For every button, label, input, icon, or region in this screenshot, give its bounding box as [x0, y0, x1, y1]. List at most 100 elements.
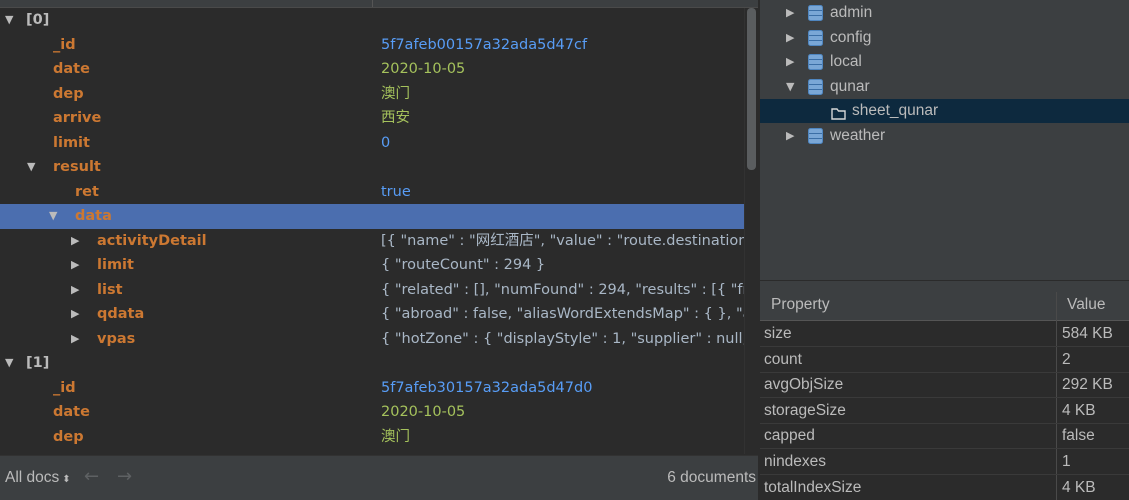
folder-icon [831, 104, 846, 120]
tree-key: [0] [26, 12, 50, 28]
tree-key: data [75, 208, 112, 224]
pagination-bar: All docs ⬍ ← → 6 documents [0, 455, 758, 500]
tree-row[interactable]: ▼ result [0, 155, 744, 180]
property-value: false [1062, 427, 1095, 445]
tree-value: 西安 [381, 110, 410, 126]
tree-scrollbar-thumb[interactable] [747, 8, 756, 170]
tree-value: 5f7afeb30157a32ada5d47d0 [381, 379, 593, 396]
property-row[interactable]: avgObjSize 292 KB [760, 372, 1129, 399]
database-name: local [830, 53, 862, 70]
tree-key: dep [53, 428, 84, 445]
expand-right-icon[interactable]: ▶ [786, 1, 794, 25]
property-row[interactable]: totalIndexSize 4 KB [760, 475, 1129, 500]
tree-key: _id [53, 379, 76, 396]
expand-right-icon[interactable]: ▶ [786, 124, 794, 148]
expand-right-icon[interactable]: ▶ [786, 26, 794, 50]
expand-right-icon[interactable]: ▶ [71, 253, 79, 278]
tree-row[interactable]: ▶ activityDetail [{ "name" : "网红酒店", "valu… [0, 229, 745, 254]
tree-row[interactable]: ret true [0, 180, 744, 205]
expand-right-icon[interactable]: ▶ [71, 302, 79, 327]
tree-row[interactable]: ▼ data [0, 204, 744, 229]
collection-item[interactable]: sheet_qunar [760, 99, 1129, 123]
tree-row[interactable]: date 2020-10-05 [0, 57, 744, 82]
all-docs-dropdown[interactable]: All docs ⬍ [5, 469, 71, 487]
tree-row[interactable]: date 2020-10-05 [0, 400, 744, 425]
database-name: weather [830, 126, 886, 144]
database-item[interactable]: ▶ admin [760, 1, 1129, 25]
database-icon [808, 54, 823, 70]
tree-value: 澳门 [381, 85, 410, 102]
properties-header: Property Value [760, 292, 1129, 321]
expand-down-icon[interactable]: ▼ [27, 155, 35, 180]
tree-key: [1] [26, 355, 50, 371]
properties-table: Property Value size 584 KB count 2 avgObjSiz… [760, 292, 1129, 500]
tree-row[interactable]: limit 0 [0, 131, 744, 156]
value-column-header[interactable]: Value [1067, 296, 1106, 314]
tree-row[interactable]: ▶ list { "related" : [], "numFound" : 294,… [0, 278, 745, 303]
expand-down-icon[interactable]: ▼ [49, 204, 57, 229]
database-icon [808, 78, 823, 95]
database-name: config [830, 28, 872, 46]
property-column-header[interactable]: Property [771, 296, 830, 314]
property-name: size [764, 325, 792, 342]
property-value: 4 KB [1062, 478, 1096, 496]
tree-value: 2020-10-05 [381, 404, 466, 420]
next-page-icon[interactable]: → [117, 466, 132, 487]
tree-row[interactable]: ▼ [1] [0, 351, 744, 376]
database-name: qunar [830, 77, 870, 95]
expand-right-icon[interactable]: ▶ [786, 50, 794, 74]
expand-right-icon[interactable]: ▶ [71, 278, 79, 303]
tree-value: { "related" : [], "numFound" : 294, "res… [381, 281, 745, 298]
tree-row[interactable]: arrive 西安 [0, 106, 744, 131]
database-item[interactable]: ▶ weather [760, 124, 1129, 148]
database-item[interactable]: ▼ qunar [760, 75, 1129, 99]
tree-row[interactable]: dep 澳门 [0, 425, 744, 450]
property-row[interactable]: storageSize 4 KB [760, 398, 1129, 424]
collection-name: sheet_qunar [852, 102, 939, 119]
tree-value: true [381, 183, 411, 200]
expand-right-icon[interactable]: ▶ [71, 229, 79, 254]
property-name: avgObjSize [764, 376, 844, 394]
tree-key: dep [53, 85, 84, 102]
all-docs-label: All docs [5, 469, 60, 486]
database-icon [808, 127, 823, 144]
database-icon [808, 29, 823, 46]
expand-down-icon[interactable]: ▼ [5, 8, 13, 33]
expand-down-icon[interactable]: ▼ [5, 351, 13, 376]
tree-row[interactable]: ▶ vpas { "hotZone" : { "displayStyle" : 1,… [0, 327, 745, 352]
document-tree: ▼ [0] _id 5f7afeb00157a32ada5d47cf date 2020-… [0, 8, 745, 450]
property-name: storageSize [764, 401, 846, 419]
property-value: 1 [1062, 453, 1071, 470]
property-row[interactable]: size 584 KB [760, 321, 1129, 347]
tree-row[interactable]: _id 5f7afeb30157a32ada5d47d0 [0, 376, 744, 401]
property-value: 2 [1062, 350, 1071, 368]
tree-value: { "hotZone" : { "displayStyle" : 1, "sup… [381, 330, 745, 347]
database-item[interactable]: ▶ config [760, 26, 1129, 50]
tree-value: [{ "name" : "网红酒店", "value" : "route.des… [381, 232, 745, 249]
tree-key: ret [75, 183, 99, 200]
property-name: count [764, 350, 802, 368]
tree-key: date [53, 404, 90, 420]
tree-row[interactable]: ▼ [0] [0, 8, 744, 33]
tree-row[interactable]: _id 5f7afeb00157a32ada5d47cf [0, 33, 744, 58]
tree-key: list [97, 281, 123, 298]
tree-key: _id [53, 36, 76, 53]
database-item[interactable]: ▶ local [760, 50, 1129, 74]
tree-key: arrive [53, 110, 102, 126]
property-row[interactable]: capped false [760, 423, 1129, 450]
property-name: totalIndexSize [764, 478, 862, 496]
tree-row[interactable]: ▶ qdata { "abroad" : false, "aliasWordExte… [0, 302, 745, 327]
document-tree-panel: ▼ [0] _id 5f7afeb00157a32ada5d47cf date 2020-… [0, 0, 758, 500]
property-value: 292 KB [1062, 376, 1113, 394]
expand-down-icon[interactable]: ▼ [786, 75, 794, 99]
document-count: 6 documents [667, 469, 756, 486]
tree-row[interactable]: ▶ limit { "routeCount" : 294 } [0, 253, 744, 278]
property-row[interactable]: count 2 [760, 347, 1129, 373]
expand-right-icon[interactable]: ▶ [71, 327, 79, 352]
property-row[interactable]: nindexes 1 [760, 449, 1129, 475]
database-name: admin [830, 4, 873, 21]
tree-row[interactable]: dep 澳门 [0, 82, 744, 107]
tree-key: activityDetail [97, 232, 207, 249]
tree-key: qdata [97, 306, 145, 322]
previous-page-icon[interactable]: ← [84, 466, 99, 487]
